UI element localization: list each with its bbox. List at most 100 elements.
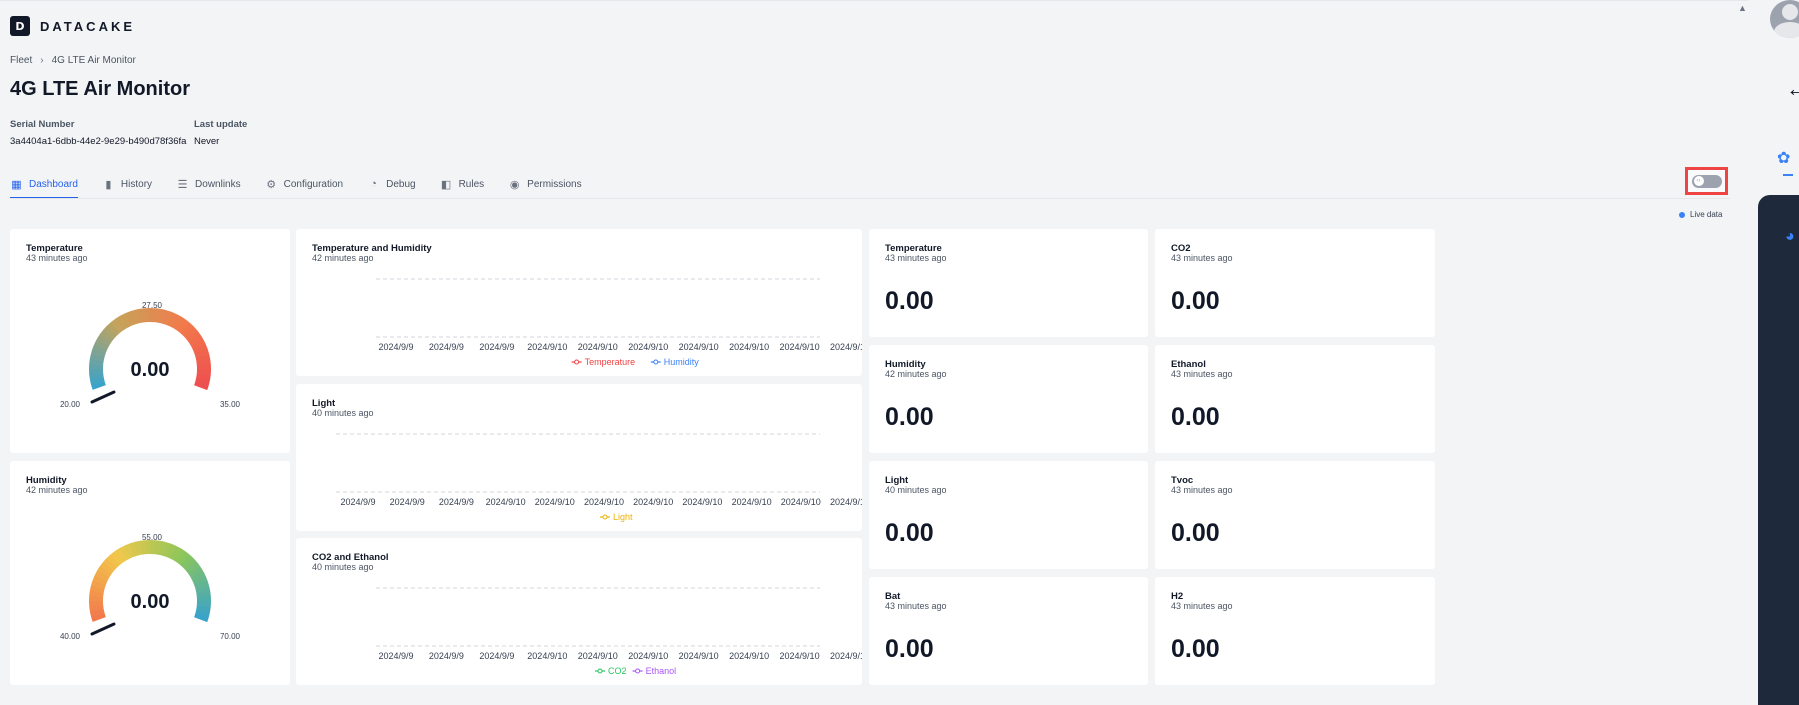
- widget-subtitle: 43 minutes ago: [1171, 369, 1233, 379]
- gauge-arc-segment: [106, 322, 121, 336]
- legend-entry[interactable]: CO2: [608, 666, 627, 676]
- value-card-co2: CO2 43 minutes ago 0.00: [1155, 229, 1435, 337]
- gauge-arc-segment: [192, 575, 208, 586]
- x-tick-label: 2024/9/9: [479, 651, 514, 661]
- gauge-arc-segment: [129, 310, 139, 325]
- value-card-humidity: Humidity 42 minutes ago 0.00: [869, 345, 1148, 453]
- tab-downlinks[interactable]: ☰ Downlinks: [176, 170, 241, 198]
- code-icon: ‹›: [1693, 176, 1704, 186]
- widget-value: 0.00: [1171, 403, 1220, 431]
- widget-value: 0.00: [885, 403, 934, 431]
- nodes-icon[interactable]: ✿: [1777, 148, 1790, 168]
- users-icon: ◉: [509, 178, 520, 191]
- table-icon: ▦: [11, 178, 22, 191]
- breadcrumb-current: 4G LTE Air Monitor: [51, 55, 136, 66]
- user-avatar[interactable]: [1770, 0, 1799, 38]
- widget-value: 0.00: [885, 635, 934, 663]
- gauge-arc-segment: [91, 380, 106, 390]
- widget-value: 0.00: [1171, 519, 1220, 547]
- widget-value: 0.00: [1171, 287, 1220, 315]
- tab-label: Permissions: [527, 178, 582, 190]
- gauge-arc-segment: [190, 338, 206, 350]
- widget-value: 0.00: [1171, 635, 1220, 663]
- gauge-arc-segment: [169, 545, 181, 561]
- gauge-arc-segment: [124, 311, 135, 327]
- collapse-caret-icon[interactable]: ▲: [1738, 3, 1747, 13]
- palette-icon[interactable]: ◕: [1785, 228, 1795, 246]
- gauge-arc-segment: [173, 316, 186, 331]
- gauge-arc-segment: [196, 373, 211, 380]
- gauge-arc-segment: [194, 613, 209, 623]
- x-tick-label: 2024/9/10: [830, 651, 862, 661]
- gauge-arc-segment: [183, 557, 197, 572]
- x-tick-label: 2024/9/9: [479, 342, 514, 352]
- tab-dashboard[interactable]: ▦ Dashboard: [10, 170, 78, 199]
- legend-entry[interactable]: Temperature: [585, 357, 636, 367]
- legend-entry[interactable]: Ethanol: [646, 666, 677, 676]
- live-dot-icon: [1679, 211, 1685, 218]
- legend-marker: [635, 668, 641, 674]
- tab-configuration[interactable]: ⚙ Configuration: [265, 170, 343, 198]
- gauge-min-label: 40.00: [60, 632, 81, 641]
- edit-mode-toggle-highlight[interactable]: ‹›: [1685, 167, 1728, 195]
- gauge-arc-segment: [89, 376, 105, 385]
- arrow-left-icon[interactable]: ←: [1786, 76, 1799, 102]
- datacake-logo[interactable]: D DATACAKE: [10, 16, 135, 36]
- gauge-arc-segment: [89, 372, 104, 380]
- x-tick-label: 2024/9/9: [439, 497, 474, 507]
- legend-entry[interactable]: Humidity: [664, 357, 700, 367]
- legend-marker: [574, 359, 580, 365]
- top-border: [0, 0, 1748, 1]
- gauge-arc-segment: [194, 580, 209, 590]
- x-tick-label: 2024/9/10: [527, 342, 567, 352]
- x-tick-label: 2024/9/9: [340, 497, 375, 507]
- x-tick-label: 2024/9/10: [780, 342, 820, 352]
- x-tick-label: 2024/9/9: [378, 342, 413, 352]
- gauge-arc-segment: [91, 579, 106, 589]
- gauge-arc-segment: [124, 543, 135, 559]
- value-card-temperature: Temperature 43 minutes ago 0.00: [869, 229, 1148, 337]
- gauge-arc-segment: [196, 590, 211, 598]
- bar-chart-icon: ▮: [105, 178, 112, 191]
- breadcrumb-fleet-link[interactable]: Fleet: [10, 55, 32, 66]
- gauge-arc-segment: [92, 574, 108, 585]
- gauge-mid-label: 27.50: [142, 301, 163, 310]
- tab-permissions[interactable]: ◉ Permissions: [508, 170, 582, 198]
- live-data-indicator: Live data: [1679, 210, 1722, 219]
- temperature-gauge: 0.00 20.00 27.50 35.00: [60, 301, 241, 409]
- chart-card-co2-ethanol: CO2 and Ethanol 40 minutes ago 2024/9/9 2…: [296, 538, 862, 685]
- chevron-right-icon: ›: [40, 55, 44, 66]
- tab-label: Rules: [458, 178, 485, 190]
- gauge-arc-segment: [183, 325, 197, 340]
- gauge-arc-segment: [139, 308, 147, 323]
- tab-debug[interactable]: ◔ Debug: [367, 170, 415, 198]
- edit-mode-toggle[interactable]: ‹›: [1691, 174, 1722, 188]
- last-update-block: Last update Never: [194, 119, 247, 147]
- gauge-min-label: 20.00: [60, 400, 81, 409]
- widget-subtitle: 40 minutes ago: [885, 485, 947, 495]
- sliders-icon: ☰: [177, 178, 188, 191]
- x-tick-label: 2024/9/10: [679, 651, 719, 661]
- x-tick-label: 2024/9/10: [578, 342, 618, 352]
- legend-marker: [597, 668, 603, 674]
- x-tick-label: 2024/9/10: [535, 497, 575, 507]
- legend-marker: [653, 359, 659, 365]
- live-data-label: Live data: [1690, 210, 1723, 219]
- tab-label: Debug: [386, 178, 416, 190]
- gauge-arc-segment: [103, 325, 117, 339]
- chart-card-light: Light 40 minutes ago 2024/9/9 2024/9/9 202…: [296, 384, 862, 531]
- gauge-arc-segment: [192, 343, 208, 354]
- legend-entry[interactable]: Light: [613, 512, 633, 522]
- tab-history[interactable]: ▮ History: [102, 170, 152, 198]
- gauge-arc-segment: [154, 540, 161, 555]
- widget-subtitle: 43 minutes ago: [885, 601, 947, 611]
- value-card-bat: Bat 43 minutes ago 0.00: [869, 577, 1148, 685]
- widget-value: 0.00: [885, 519, 934, 547]
- gauge-card-humidity: Humidity 42 minutes ago 0.00 40.00 55.00…: [10, 461, 290, 685]
- last-update-label: Last update: [194, 119, 248, 130]
- gauge-arc-segment: [119, 313, 131, 329]
- gauge-arc-segment: [119, 545, 131, 561]
- x-tick-label: 2024/9/10: [584, 497, 624, 507]
- gauge-arc-segment: [100, 561, 115, 575]
- tab-rules[interactable]: ◧ Rules: [440, 170, 485, 198]
